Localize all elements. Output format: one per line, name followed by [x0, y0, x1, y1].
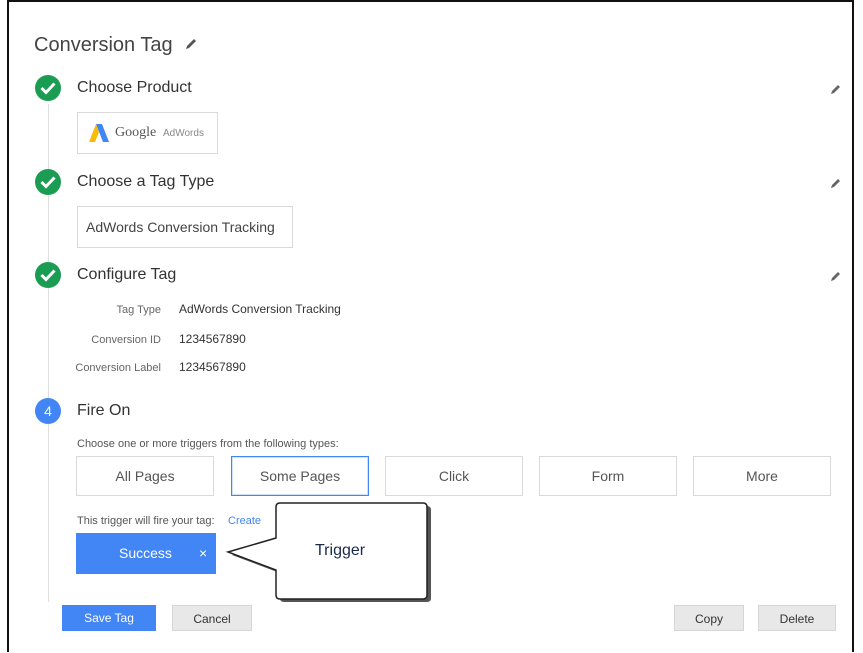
step-configure-tag-title: Configure Tag	[77, 266, 177, 283]
close-icon[interactable]: ×	[199, 545, 207, 561]
pencil-icon[interactable]	[829, 269, 843, 283]
adwords-wordmark: AdWords	[163, 128, 204, 139]
trigger-type-some-pages[interactable]: Some Pages	[231, 456, 369, 496]
product-card-adwords[interactable]: Google AdWords	[77, 112, 218, 154]
tag-type-value: AdWords Conversion Tracking	[86, 219, 275, 235]
config-label: Conversion ID	[91, 334, 161, 346]
trigger-chip-success[interactable]: Success ×	[76, 533, 216, 574]
step-fire-on-title: Fire On	[77, 402, 131, 419]
page-title[interactable]: Conversion Tag	[34, 34, 173, 57]
google-wordmark: Google	[115, 125, 157, 140]
config-value: AdWords Conversion Tracking	[179, 302, 341, 316]
callout-text: Trigger	[315, 542, 366, 559]
pencil-icon[interactable]	[183, 36, 199, 52]
adwords-logo-icon	[89, 124, 109, 142]
trigger-type-form[interactable]: Form	[539, 456, 677, 496]
pencil-icon[interactable]	[829, 82, 843, 96]
tag-type-card[interactable]: AdWords Conversion Tracking	[77, 206, 293, 248]
trigger-types-helper: Choose one or more triggers from the fol…	[77, 438, 339, 450]
delete-button[interactable]: Delete	[758, 605, 836, 631]
trigger-chip-label: Success	[119, 545, 172, 561]
config-label: Conversion Label	[75, 362, 161, 374]
config-value: 1234567890	[179, 360, 246, 374]
trigger-fire-helper: This trigger will fire your tag:	[77, 515, 215, 527]
step-choose-tag-type-title: Choose a Tag Type	[77, 173, 215, 190]
step-number-badge: 4	[35, 398, 61, 424]
save-tag-button[interactable]: Save Tag	[62, 605, 156, 631]
pencil-icon[interactable]	[829, 176, 843, 190]
check-circle-icon	[35, 169, 61, 195]
step-choose-product-title: Choose Product	[77, 79, 192, 96]
trigger-type-all-pages[interactable]: All Pages	[76, 456, 214, 496]
cancel-button[interactable]: Cancel	[172, 605, 252, 631]
copy-button[interactable]: Copy	[674, 605, 744, 631]
check-circle-icon	[35, 262, 61, 288]
trigger-type-more[interactable]: More	[693, 456, 831, 496]
check-circle-icon	[35, 75, 61, 101]
trigger-type-click[interactable]: Click	[385, 456, 523, 496]
config-label: Tag Type	[116, 304, 161, 316]
config-value: 1234567890	[179, 332, 246, 346]
